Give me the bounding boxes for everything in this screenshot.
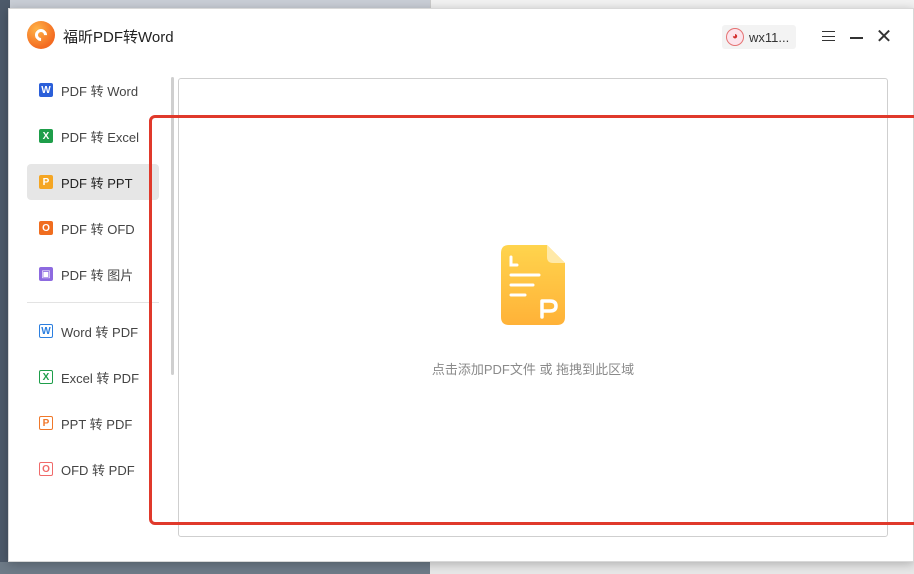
word-icon: W [39, 83, 53, 97]
nav-pdf-to-ppt[interactable]: P PDF 转 PPT [27, 164, 159, 200]
ppt-file-icon [501, 245, 565, 325]
nav-pdf-to-word[interactable]: W PDF 转 Word [27, 72, 159, 108]
minimize-icon [849, 37, 863, 39]
app-title: 福昕PDF转Word [63, 29, 174, 46]
nav-label: Excel 转 PDF [61, 370, 140, 386]
nav-excel-to-pdf[interactable]: X Excel 转 PDF [27, 359, 159, 395]
nav-pdf-to-image[interactable]: ▣ PDF 转 图片 [27, 256, 159, 292]
foxit-logo-icon [27, 21, 55, 49]
close-icon: ✕ [875, 24, 893, 48]
excel-to-pdf-icon: X [39, 370, 53, 384]
user-avatar: ◕ [726, 28, 744, 46]
ofd-icon: O [39, 221, 53, 235]
background-window-bottom [430, 562, 914, 574]
minimize-button[interactable] [845, 25, 867, 47]
app-window: 福昕PDF转Word ◕ wx11... ✕ W PDF 转 Word X PD… [8, 8, 914, 562]
nav-label: OFD 转 PDF [61, 462, 135, 478]
hamburger-icon [821, 31, 835, 41]
nav-ppt-to-pdf[interactable]: P PPT 转 PDF [27, 405, 159, 441]
word-to-pdf-icon: W [39, 324, 53, 338]
ppt-to-pdf-icon: P [39, 416, 53, 430]
excel-icon: X [39, 129, 53, 143]
nav-pdf-to-excel[interactable]: X PDF 转 Excel [27, 118, 159, 154]
image-icon: ▣ [39, 267, 53, 281]
nav-label: PDF 转 Word [61, 83, 139, 99]
ofd-to-pdf-icon: O [39, 462, 53, 476]
ppt-icon: P [39, 175, 53, 189]
drop-hint-text: 点击添加PDF文件 或 拖拽到此区域 [431, 362, 635, 377]
nav-label: PDF 转 OFD [61, 221, 135, 237]
file-drop-zone[interactable]: 点击添加PDF文件 或 拖拽到此区域 [178, 78, 888, 537]
nav-label: PDF 转 PPT [61, 175, 133, 191]
nav-label: PPT 转 PDF [61, 416, 133, 432]
title-bar[interactable]: 福昕PDF转Word ◕ wx11... ✕ [9, 9, 913, 63]
user-name: wx11... [749, 29, 790, 45]
sidebar-divider [27, 302, 159, 303]
nav-label: PDF 转 图片 [61, 267, 134, 283]
nav-pdf-to-ofd[interactable]: O PDF 转 OFD [27, 210, 159, 246]
user-account-button[interactable]: ◕ wx11... [722, 25, 796, 49]
sidebar-scrollbar[interactable] [171, 77, 174, 375]
nav-label: Word 转 PDF [61, 324, 139, 340]
nav-label: PDF 转 Excel [61, 129, 140, 145]
close-button[interactable]: ✕ [873, 25, 895, 47]
nav-word-to-pdf[interactable]: W Word 转 PDF [27, 313, 159, 349]
conversion-sidebar: W PDF 转 Word X PDF 转 Excel P PDF 转 PPT O… [27, 72, 159, 497]
menu-button[interactable] [817, 25, 839, 47]
nav-ofd-to-pdf[interactable]: O OFD 转 PDF [27, 451, 159, 487]
